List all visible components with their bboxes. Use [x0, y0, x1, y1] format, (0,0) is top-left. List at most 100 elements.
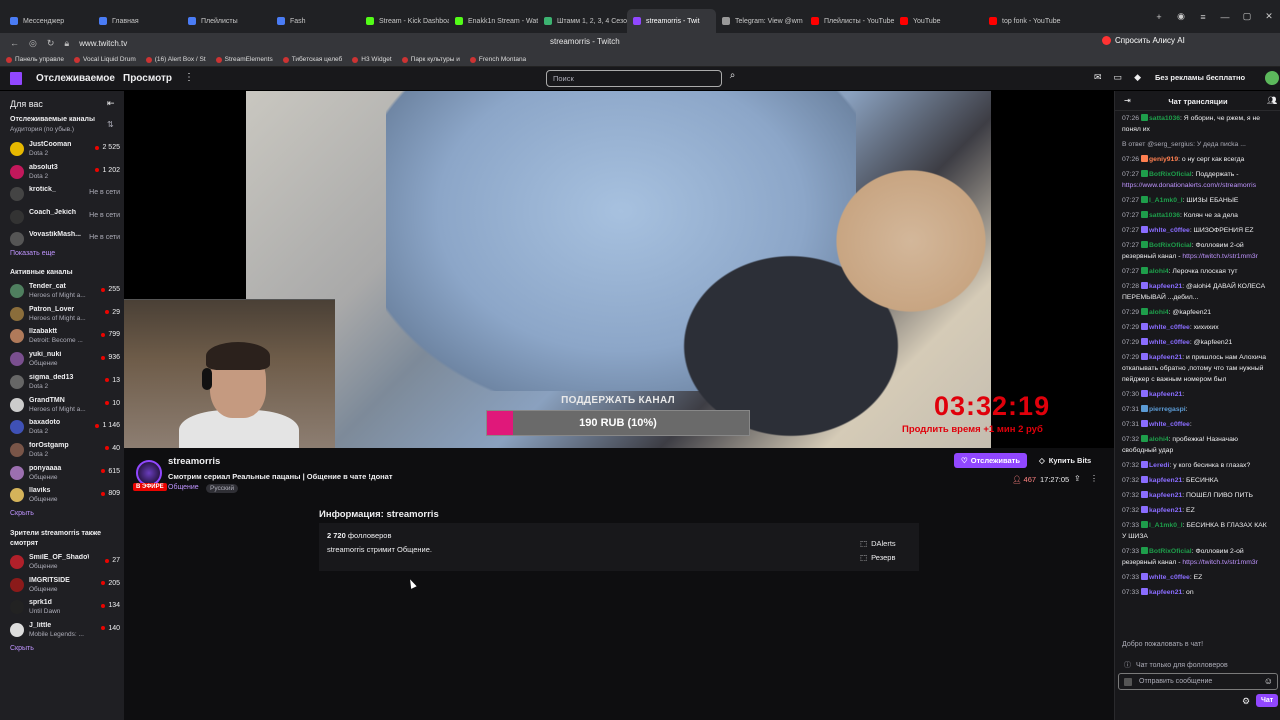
sidebar-channel[interactable]: sigma_ded13 Dota 2 13	[10, 373, 120, 393]
chat-username[interactable]: geniy919	[1149, 156, 1178, 163]
chat-link[interactable]: https://www.donationalerts.com/r/streamo…	[1122, 182, 1256, 189]
chat-username[interactable]: BotRixOficial	[1149, 242, 1192, 249]
sidebar-channel[interactable]: krotick_ Не в сети	[10, 185, 120, 205]
maximize-icon[interactable]: ▢	[1236, 11, 1258, 22]
nav-more-icon[interactable]: ⋮	[184, 72, 194, 83]
chat-username[interactable]: kapfeen21	[1149, 283, 1182, 290]
sidebar-channel[interactable]: llaviks Общение 809	[10, 486, 120, 506]
chat-username[interactable]: whlte_c0ffee	[1149, 574, 1190, 581]
bookmark-item[interactable]: French Montana	[469, 56, 526, 63]
browser-tab[interactable]: Мессенджер	[4, 9, 93, 33]
show-more-link[interactable]: Показать еще	[10, 250, 55, 257]
more-options-icon[interactable]: ⋮	[1090, 474, 1098, 483]
follow-button[interactable]: ♡ Отслеживать	[954, 453, 1027, 468]
bookmark-item[interactable]: Тибетская целеб	[282, 56, 342, 63]
hide-also-link[interactable]: Скрыть	[10, 645, 34, 652]
browser-tab[interactable]: Штамм 1, 2, 3, 4 Сезо	[538, 9, 627, 33]
profile-icon[interactable]: ◉	[1170, 11, 1192, 22]
ask-alice-button[interactable]: Спросить Алису AI	[1102, 36, 1185, 45]
browser-tab[interactable]: Главная	[93, 9, 182, 33]
browser-tab[interactable]: Fash	[271, 9, 360, 33]
chat-username[interactable]: whlte_c0ffee	[1149, 339, 1190, 346]
close-window-icon[interactable]: ✕	[1258, 11, 1280, 22]
sidebar-channel[interactable]: J_little Mobile Legends: ... 140	[10, 621, 120, 641]
sidebar-channel[interactable]: Patron_Lover Heroes of Might a... 29	[10, 305, 120, 325]
dalerts-link[interactable]: ⬚ DAlerts	[860, 539, 896, 548]
menu-icon[interactable]: ≡	[1192, 12, 1214, 22]
sidebar-channel[interactable]: Coach_Jekich Не в сети	[10, 208, 120, 228]
channel-name[interactable]: streamorris	[168, 456, 220, 467]
twitch-logo-icon[interactable]	[10, 72, 22, 85]
sidebar-channel[interactable]: sprk1d Until Dawn 134	[10, 598, 120, 618]
hide-active-link[interactable]: Скрыть	[10, 510, 34, 517]
emote-picker-icon[interactable]: ☺	[1264, 676, 1273, 686]
chat-settings-icon[interactable]: ⚙	[1242, 696, 1250, 707]
bookmark-item[interactable]: Парк культуры и	[401, 56, 460, 63]
nav-following-link[interactable]: Отслеживаемое	[36, 73, 115, 84]
reserve-link[interactable]: ⬚ Резерв	[860, 553, 895, 562]
browser-tab[interactable]: YouTube	[894, 9, 983, 33]
video-player[interactable]: ПОДДЕРЖАТЬ КАНАЛ 190 RUB (10%) 03:32:19 …	[124, 91, 1114, 448]
whispers-icon[interactable]: ▭	[1114, 72, 1123, 83]
search-icon[interactable]: ⌕	[724, 70, 741, 87]
language-tag[interactable]: Русский	[206, 484, 239, 493]
bookmark-item[interactable]: H3 Widget	[352, 56, 392, 63]
chat-username[interactable]: kapfeen21	[1149, 589, 1182, 596]
browser-tab[interactable]: Stream - Kick Dashboa	[360, 9, 449, 33]
sidebar-channel[interactable]: VovastikMash... Не в сети	[10, 230, 120, 250]
sidebar-channel[interactable]: IMGRITSIDE Общение 205	[10, 576, 120, 596]
share-icon[interactable]: ⇪	[1074, 474, 1081, 483]
search-input[interactable]: Поиск	[546, 70, 722, 87]
browser-tab[interactable]: streamorris - Twit	[627, 9, 716, 33]
inbox-icon[interactable]: ✉	[1094, 72, 1102, 83]
sidebar-channel[interactable]: baxadoto Dota 2 1 146	[10, 418, 120, 438]
bookmark-item[interactable]: Панель управле	[6, 56, 64, 63]
chat-users-icon[interactable]: 👥︎	[1267, 96, 1277, 105]
sidebar-channel[interactable]: SmilE_OF_ShadoW Общение 27	[10, 553, 120, 573]
shield-icon[interactable]: ◎	[29, 38, 37, 49]
chat-username[interactable]: l_A1mk0_l	[1149, 522, 1183, 529]
bookmark-item[interactable]: Vocal Liquid Drum	[73, 56, 136, 63]
chat-username[interactable]: pierregaspi	[1149, 406, 1186, 413]
new-tab-button[interactable]: +	[1148, 12, 1170, 22]
chat-username[interactable]: whlte_c0ffee	[1149, 227, 1190, 234]
browser-tab[interactable]: Плейлисты - YouTube	[805, 9, 894, 33]
chat-username[interactable]: whlte_c0ffee	[1149, 421, 1190, 428]
chat-username[interactable]: BotRixOficial	[1149, 548, 1192, 555]
browser-tab[interactable]: Telegram: View @wm	[716, 9, 805, 33]
chat-username[interactable]: kapfeen21	[1149, 391, 1182, 398]
user-avatar[interactable]	[1265, 71, 1279, 85]
stream-category-link[interactable]: Общение	[168, 484, 199, 491]
chat-username[interactable]: l_A1mk0_l	[1149, 197, 1183, 204]
sidebar-channel[interactable]: ponyaaaa Общение 615	[10, 464, 120, 484]
chat-username[interactable]: kapfeen21	[1149, 354, 1182, 361]
chat-username[interactable]: whlte_c0ffee	[1149, 324, 1190, 331]
url-field[interactable]: www.twitch.tv	[79, 39, 127, 48]
collapse-sidebar-icon[interactable]: ⇤	[107, 98, 115, 109]
chat-username[interactable]: kapfeen21	[1149, 492, 1182, 499]
sidebar-channel[interactable]: yuki_nuki Общение 936	[10, 350, 120, 370]
browser-tab[interactable]: Enakk1n Stream - Wat	[449, 9, 538, 33]
chat-username[interactable]: Leredi	[1149, 462, 1169, 469]
chat-username[interactable]: satta1036	[1149, 212, 1180, 219]
chat-username[interactable]: alohi4	[1149, 268, 1169, 275]
bookmark-item[interactable]: StreamElements	[215, 56, 273, 63]
sidebar-channel[interactable]: absolut3 Dota 2 1 202	[10, 163, 120, 183]
browser-tab[interactable]: top fonk - YouTube	[983, 9, 1072, 33]
chat-username[interactable]: satta1036	[1149, 115, 1180, 122]
sidebar-channel[interactable]: GrandTMN Heroes of Might a... 10	[10, 396, 120, 416]
minimize-icon[interactable]: —	[1214, 12, 1236, 22]
reload-icon[interactable]: ↻	[47, 38, 55, 49]
sidebar-channel[interactable]: forOstgamp Dota 2 40	[10, 441, 120, 461]
browser-tab[interactable]: Плейлисты	[182, 9, 271, 33]
chat-input[interactable]: Отправить сообщение ☺	[1118, 673, 1278, 690]
chat-send-button[interactable]: Чат	[1256, 694, 1279, 707]
chat-username[interactable]: BotRixOficial	[1149, 171, 1192, 178]
chat-username[interactable]: alohi4	[1149, 309, 1169, 316]
sidebar-channel[interactable]: JustCooman Dota 2 2 525	[10, 140, 120, 160]
back-icon[interactable]: ←	[10, 38, 19, 48]
sidebar-channel[interactable]: Ilzabaktt Detroit: Become ... 799	[10, 327, 120, 347]
nav-browse-link[interactable]: Просмотр	[123, 73, 172, 84]
drops-icon[interactable]: ◆	[1134, 72, 1141, 83]
sidebar-channel[interactable]: Tender_cat Heroes of Might a... 255	[10, 282, 120, 302]
